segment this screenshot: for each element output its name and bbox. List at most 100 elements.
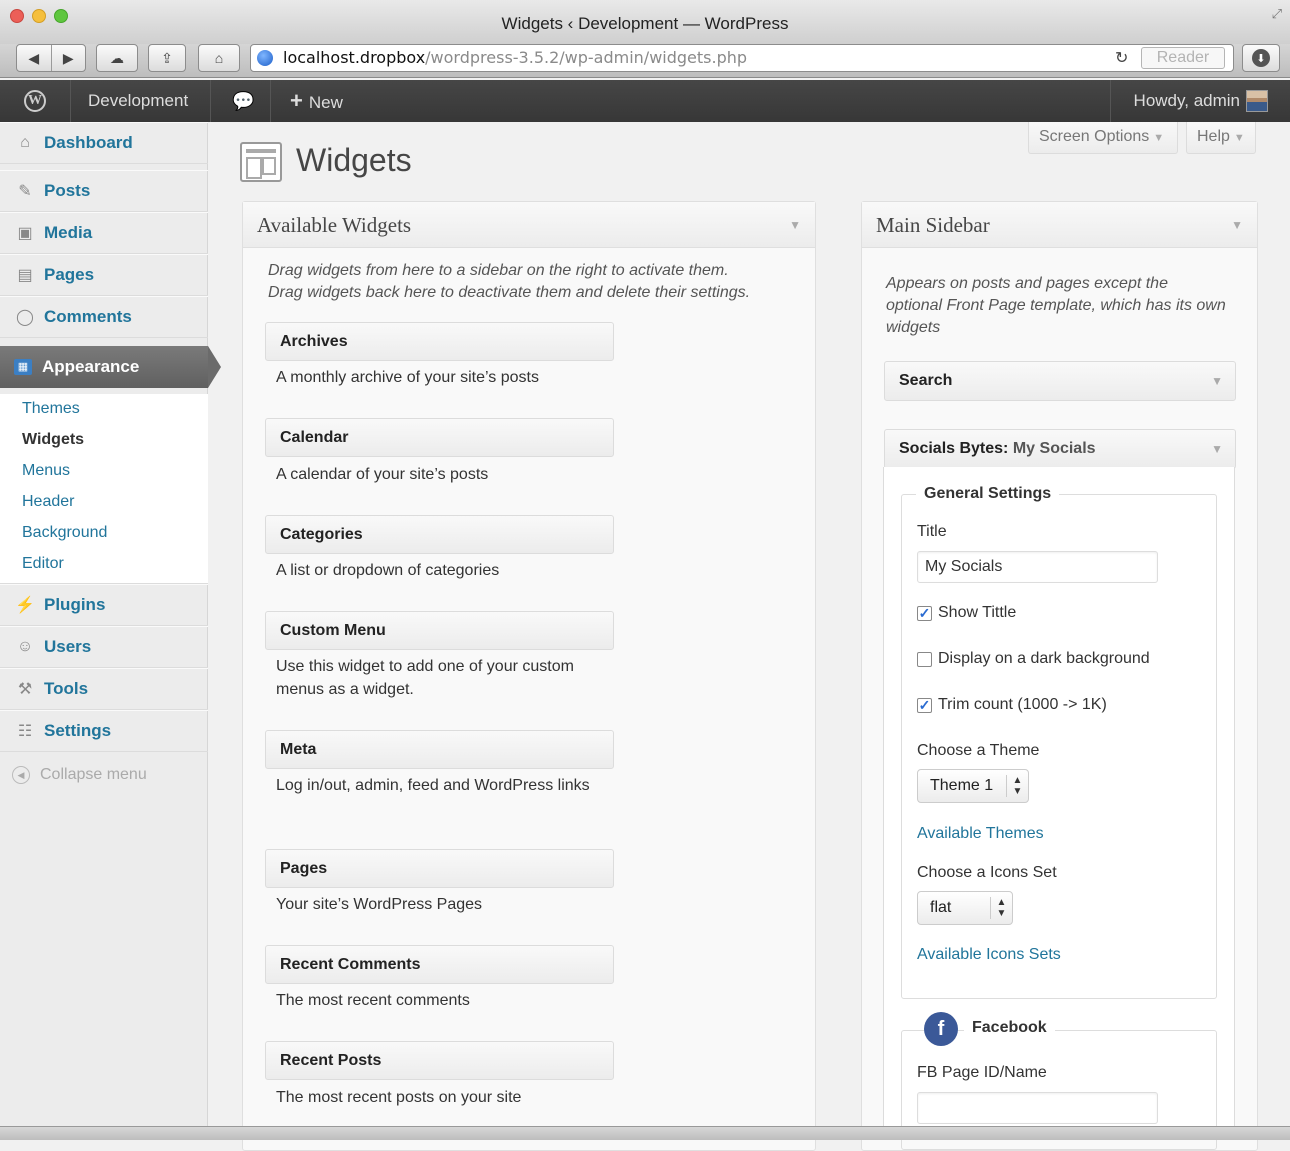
camera-icon: ▣ [17, 225, 33, 242]
show-title-checkbox[interactable]: ✓ [917, 606, 932, 621]
widget-description: A calendar of your site’s posts [276, 466, 489, 483]
help-button[interactable]: Help ▼ [1186, 122, 1256, 154]
widget-description: Use this widget to add one of your custo… [276, 658, 574, 698]
browser-status-bar [0, 1126, 1290, 1140]
main-sidebar-header[interactable]: Main Sidebar ▼ [862, 202, 1257, 248]
browser-toolbar: ◀ ▶ ☁ ⇪ ⌂ localhost.dropbox/wordpress-3.… [0, 44, 1290, 78]
url-text: localhost.dropbox/wordpress-3.5.2/wp-adm… [283, 48, 748, 67]
icloud-tabs-button[interactable]: ☁ [96, 44, 138, 72]
back-forward-buttons: ◀ ▶ [16, 44, 86, 72]
home-icon: ⌂ [214, 50, 224, 66]
widget-pages[interactable]: Pages [265, 849, 614, 888]
available-widgets-description: Drag widgets from here to a sidebar on t… [268, 262, 751, 301]
widget-description: The most recent comments [276, 992, 470, 1009]
home-button[interactable]: ⌂ [198, 44, 240, 72]
toggle-arrow-icon[interactable]: ▼ [789, 202, 801, 248]
select-arrows-icon: ▲ ▼ [1006, 775, 1028, 797]
reload-icon[interactable]: ↻ [1115, 45, 1128, 71]
widget-categories[interactable]: Categories [265, 515, 614, 554]
dark-background-checkbox[interactable] [917, 652, 932, 667]
comment-bubble-icon[interactable]: 💬 [232, 80, 254, 122]
admin-menu: ⌂ Dashboard ✎ Posts ▣ Media ▤ Pages ◯ Comment… [0, 122, 221, 1140]
widget-description: Log in/out, admin, feed and WordPress li… [276, 777, 590, 794]
menu-item-appearance[interactable]: ▦ Appearance [0, 346, 221, 388]
show-title-label: Show Tittle [938, 604, 1017, 621]
site-name-link[interactable]: Development [88, 80, 188, 122]
widget-description: A list or dropdown of categories [276, 562, 500, 579]
menu-item-users[interactable]: ☺ Users [0, 626, 208, 668]
home-icon: ⌂ [20, 134, 30, 151]
widget-calendar[interactable]: Calendar [265, 418, 614, 457]
submenu-menus[interactable]: Menus [22, 462, 70, 480]
available-icons-link[interactable]: Available Icons Sets [917, 946, 1061, 964]
menu-item-dashboard[interactable]: ⌂ Dashboard [0, 122, 208, 164]
howdy-user-link[interactable]: Howdy, admin [1134, 80, 1240, 122]
available-widgets-panel: Available Widgets ▼ Drag widgets from he… [242, 201, 816, 1151]
submenu-editor[interactable]: Editor [22, 555, 64, 573]
submenu-background[interactable]: Background [22, 524, 107, 542]
available-themes-link[interactable]: Available Themes [917, 825, 1044, 843]
wp-admin-bar: W Development 💬 + New Howdy, admin [0, 80, 1290, 122]
dark-background-label: Display on a dark background [938, 650, 1150, 667]
choose-icons-label: Choose a Icons Set [917, 864, 1057, 881]
page-title: Widgets [296, 142, 412, 178]
fb-page-input[interactable] [917, 1092, 1158, 1124]
widget-description: A monthly archive of your site’s posts [276, 369, 539, 386]
menu-item-settings[interactable]: ☷ Settings [0, 710, 208, 752]
address-bar[interactable]: localhost.dropbox/wordpress-3.5.2/wp-adm… [250, 44, 1234, 72]
widget-meta[interactable]: Meta [265, 730, 614, 769]
theme-select[interactable]: Theme 1 ▲ ▼ [917, 769, 1029, 803]
widget-recent-posts[interactable]: Recent Posts [265, 1041, 614, 1080]
cloud-icon: ☁ [110, 49, 124, 66]
fullscreen-icon[interactable]: ⤢ [1272, 6, 1282, 22]
fb-page-label: FB Page ID/Name [917, 1064, 1047, 1081]
wordpress-logo-icon[interactable]: W [24, 90, 46, 112]
trim-count-checkbox[interactable]: ✓ [917, 698, 932, 713]
widget-recent-comments[interactable]: Recent Comments [265, 945, 614, 984]
share-button[interactable]: ⇪ [148, 44, 186, 72]
title-input[interactable] [917, 551, 1158, 583]
plus-icon: + [290, 88, 303, 113]
trim-count-label: Trim count (1000 -> 1K) [938, 696, 1107, 713]
widgets-page-icon [240, 142, 282, 182]
available-widgets-header[interactable]: Available Widgets ▼ [243, 202, 815, 248]
submenu-widgets[interactable]: Widgets [22, 431, 84, 449]
submenu-themes[interactable]: Themes [22, 400, 80, 418]
toggle-arrow-icon[interactable]: ▼ [1211, 430, 1223, 468]
facebook-legend: Facebook [964, 1019, 1055, 1037]
comment-icon: ◯ [16, 309, 34, 326]
menu-item-posts[interactable]: ✎ Posts [0, 170, 208, 212]
widget-archives[interactable]: Archives [265, 322, 614, 361]
menu-item-tools[interactable]: ⚒ Tools [0, 668, 208, 710]
collapse-menu-button[interactable]: ◀ Collapse menu [12, 766, 147, 784]
screen-options-button[interactable]: Screen Options ▼ [1028, 122, 1178, 154]
avatar[interactable] [1246, 90, 1268, 112]
new-content-link[interactable]: + New [290, 80, 343, 122]
window-title: Widgets ‹ Development — WordPress [501, 14, 789, 33]
general-settings-legend: General Settings [916, 485, 1060, 503]
toggle-arrow-icon[interactable]: ▼ [1211, 362, 1223, 400]
widget-custom-menu[interactable]: Custom Menu [265, 611, 614, 650]
reader-button[interactable]: Reader [1141, 47, 1225, 69]
menu-item-plugins[interactable]: ⚡ Plugins [0, 584, 208, 626]
menu-item-comments[interactable]: ◯ Comments [0, 296, 208, 338]
toggle-arrow-icon[interactable]: ▼ [1231, 202, 1243, 248]
download-icon: ⬇ [1252, 49, 1270, 67]
appearance-submenu: Themes Widgets Menus Header Background E… [0, 394, 208, 584]
sidebar-widget-socials-bytes[interactable]: Socials Bytes: My Socials ▼ [884, 429, 1236, 469]
collapse-arrow-icon: ◀ [12, 766, 30, 784]
main-sidebar-description: Appears on posts and pages except the op… [886, 275, 1226, 336]
facebook-icon: f [924, 1012, 958, 1046]
back-icon[interactable]: ◀ [17, 50, 51, 67]
forward-icon[interactable]: ▶ [51, 50, 85, 67]
submenu-header[interactable]: Header [22, 493, 74, 511]
title-label: Title [917, 523, 947, 540]
menu-item-pages[interactable]: ▤ Pages [0, 254, 208, 296]
menu-item-media[interactable]: ▣ Media [0, 212, 208, 254]
sidebar-widget-search[interactable]: Search ▼ [884, 361, 1236, 401]
icons-set-select[interactable]: flat ▲ ▼ [917, 891, 1013, 925]
window-titlebar: Widgets ‹ Development — WordPress ⤢ [0, 0, 1290, 44]
downloads-button[interactable]: ⬇ [1242, 44, 1280, 72]
plug-icon: ⚡ [15, 597, 35, 614]
appearance-icon: ▦ [14, 359, 32, 375]
